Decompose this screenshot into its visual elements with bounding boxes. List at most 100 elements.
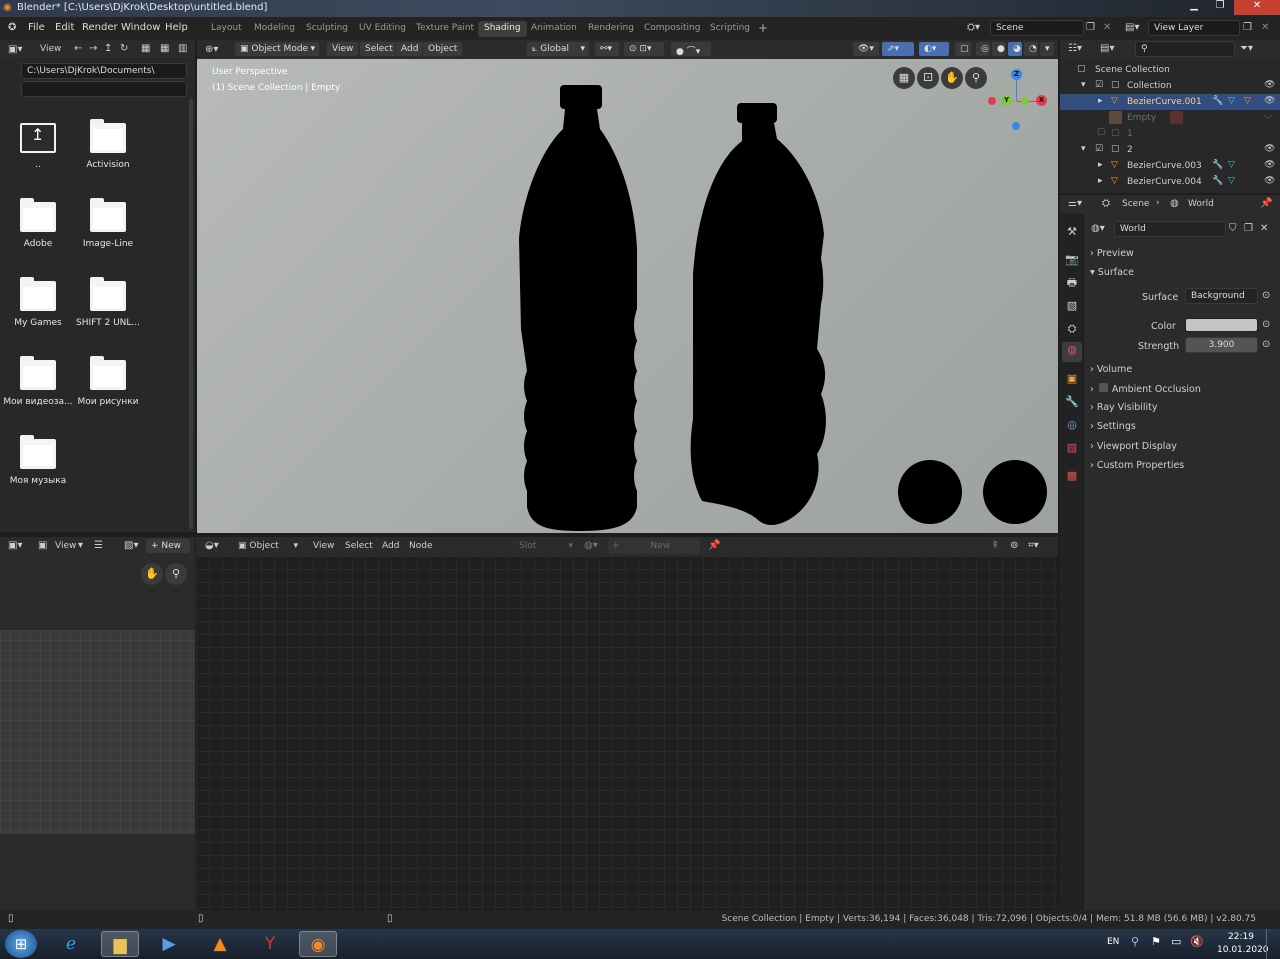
- snap-toggle[interactable]: ⊙ ⊡▾: [623, 41, 665, 57]
- world-color-swatch[interactable]: [1185, 318, 1258, 332]
- file-item-parent[interactable]: ↥ ..: [3, 119, 73, 170]
- shading-rendered-button[interactable]: ◔: [1023, 41, 1039, 57]
- expand-arrow-icon[interactable]: ▾: [1081, 144, 1086, 154]
- tab-layout[interactable]: Layout: [205, 21, 248, 37]
- node-view-menu[interactable]: View: [313, 541, 334, 551]
- image-view-menu[interactable]: View: [55, 541, 76, 551]
- scene-tab-icon[interactable]: ⛭: [1064, 321, 1080, 337]
- tab-sculpting[interactable]: Sculpting: [300, 21, 354, 37]
- viewport-add-menu[interactable]: Add: [395, 41, 425, 57]
- link-socket-icon[interactable]: ⊙: [1262, 289, 1270, 303]
- clock-date[interactable]: 10.01.2020: [1217, 945, 1269, 955]
- panel-viewport-display[interactable]: › Viewport Display: [1090, 441, 1274, 452]
- world-name-field[interactable]: World: [1114, 221, 1226, 237]
- modifier-tab-icon[interactable]: 🔧: [1064, 394, 1080, 410]
- outliner-editor-type-icon[interactable]: ☷▾: [1068, 42, 1082, 56]
- breadcrumb-scene[interactable]: Scene: [1122, 199, 1149, 209]
- gizmo-y-axis[interactable]: Y: [1001, 95, 1012, 106]
- file-explorer-icon[interactable]: ▆: [101, 931, 139, 957]
- xray-toggle[interactable]: ▢: [954, 41, 972, 57]
- outliner-row-collection-1[interactable]: ☐ ▢ 1: [1060, 126, 1280, 142]
- link-socket-icon[interactable]: ⊙: [1262, 318, 1270, 332]
- viewport-object-menu[interactable]: Object: [422, 41, 464, 57]
- bottle-left[interactable]: [519, 85, 637, 531]
- object-mode-dropdown[interactable]: ▣ Object Mode ▾: [234, 41, 320, 57]
- camera-icon[interactable]: ⚀: [917, 67, 939, 89]
- hamburger-menu-icon[interactable]: ☰: [94, 539, 103, 553]
- outliner-row-collection[interactable]: ▾ ☑ ▢ Collection 👁: [1060, 78, 1280, 94]
- show-desktop-button[interactable]: [1266, 929, 1280, 959]
- material-slot-dropdown[interactable]: Slot ▾: [514, 538, 577, 554]
- gizmo-toggle[interactable]: ⇗▾: [881, 41, 915, 57]
- panel-volume[interactable]: › Volume: [1090, 364, 1274, 375]
- parent-node-tree-icon[interactable]: ⇞: [991, 539, 999, 553]
- viewport-select-menu[interactable]: Select: [359, 41, 399, 57]
- clock-time[interactable]: 22:19: [1228, 932, 1254, 942]
- viewport-view-menu[interactable]: View: [326, 41, 360, 57]
- shading-solid-button[interactable]: ●: [991, 41, 1007, 57]
- tab-animation[interactable]: Animation: [525, 21, 583, 37]
- modifier-wrench-icon[interactable]: 🔧: [1212, 176, 1223, 186]
- display-list-icon[interactable]: ▥: [178, 42, 187, 56]
- outliner-row-beziercurve-001[interactable]: ▸ ▽ BezierCurve.001 🔧 ▽ ▽ 👁: [1060, 94, 1280, 110]
- outliner-search-input[interactable]: ⚲: [1135, 41, 1235, 57]
- editor-type-icon[interactable]: ▣▾: [8, 43, 22, 57]
- outliner-row-beziercurve-003[interactable]: ▸ ▽ BezierCurve.003 🔧 ▽ 👁: [1060, 158, 1280, 174]
- world-browse-icon[interactable]: ◍▾: [1091, 222, 1105, 236]
- eye-icon[interactable]: 👁: [1264, 96, 1275, 106]
- 3d-viewport[interactable]: User Perspective (1) Scene Collection | …: [197, 59, 1058, 533]
- outliner-row-beziercurve-004[interactable]: ▸ ▽ BezierCurve.004 🔧 ▽ 👁: [1060, 174, 1280, 190]
- menu-file[interactable]: File: [28, 22, 45, 33]
- blender-taskbar-icon[interactable]: ◉: [299, 931, 337, 957]
- gizmo-neg-z[interactable]: [1012, 122, 1020, 130]
- image-editor-area[interactable]: ✋ ⚲: [0, 556, 195, 910]
- tool-tab-icon[interactable]: ⚒: [1064, 224, 1080, 240]
- hand-pan-icon[interactable]: ✋: [141, 563, 163, 585]
- menu-edit[interactable]: Edit: [55, 22, 74, 33]
- transform-orientation-dropdown[interactable]: ⟀ Global ▾: [526, 41, 590, 57]
- eye-icon[interactable]: 👁: [1264, 160, 1275, 170]
- expand-arrow-icon[interactable]: ▸: [1098, 96, 1103, 106]
- link-socket-icon[interactable]: ⊙: [1262, 338, 1270, 352]
- menu-window[interactable]: Window: [121, 22, 160, 33]
- viewport-editor-type-icon[interactable]: ⊕▾: [205, 43, 218, 57]
- shading-material-button[interactable]: ◕: [1007, 41, 1023, 57]
- new-scene-icon[interactable]: ❐: [1086, 21, 1095, 35]
- snap-node-icon[interactable]: ⊚: [1010, 539, 1018, 553]
- file-item-pictures[interactable]: Мои рисунки: [73, 356, 143, 407]
- panel-custom-properties[interactable]: › Custom Properties: [1090, 460, 1274, 471]
- volume-muted-icon[interactable]: 🔇: [1190, 935, 1204, 948]
- scene-selector-icon[interactable]: ⛭▾: [967, 21, 980, 35]
- eye-icon[interactable]: 👁: [1264, 176, 1275, 186]
- pivot-point-dropdown[interactable]: ⚯▾: [594, 41, 620, 57]
- snap-grid-icon[interactable]: ⌗▾: [1028, 539, 1039, 553]
- minimize-button[interactable]: ▁: [1182, 0, 1206, 15]
- view-layer-field[interactable]: View Layer: [1148, 20, 1240, 36]
- display-icon[interactable]: ▭: [1171, 935, 1181, 948]
- zoom-icon[interactable]: ⚲: [165, 563, 187, 585]
- new-world-icon[interactable]: ❐: [1244, 222, 1253, 236]
- file-item-shift2[interactable]: SHIFT 2 UNL...: [73, 277, 143, 328]
- action-center-icon[interactable]: ⚑: [1151, 935, 1161, 948]
- delete-view-layer-icon[interactable]: ✕: [1261, 21, 1269, 35]
- close-window-button[interactable]: ✕: [1234, 0, 1280, 15]
- shading-wireframe-button[interactable]: ◎: [975, 41, 991, 57]
- add-workspace-button[interactable]: +: [758, 21, 768, 35]
- modifier-wrench-icon[interactable]: 🔧: [1212, 96, 1223, 106]
- overlay-toggle[interactable]: ◐▾: [918, 41, 950, 57]
- new-view-layer-icon[interactable]: ❐: [1243, 21, 1252, 35]
- maximize-button[interactable]: ❐: [1208, 0, 1232, 15]
- shader-type-dropdown[interactable]: ▣ Object ▾: [234, 538, 302, 554]
- curve-data-icon[interactable]: ▽: [1228, 96, 1235, 106]
- internet-explorer-icon[interactable]: ℯ: [52, 931, 90, 957]
- world-tab-icon[interactable]: ◍: [1062, 342, 1082, 362]
- constraint-tab-icon[interactable]: ▨: [1064, 440, 1080, 456]
- surface-shader-field[interactable]: Background: [1185, 288, 1258, 304]
- file-item-image-line[interactable]: Image-Line: [73, 198, 143, 249]
- material-browse-icon[interactable]: ◍▾: [584, 539, 598, 553]
- bottle-right[interactable]: [690, 103, 826, 526]
- tab-rendering[interactable]: Rendering: [582, 21, 640, 37]
- filter-icon[interactable]: ⏷▾: [1240, 42, 1253, 56]
- shading-options-dropdown[interactable]: ▾: [1039, 41, 1055, 57]
- output-tab-icon[interactable]: 🖶: [1064, 275, 1080, 291]
